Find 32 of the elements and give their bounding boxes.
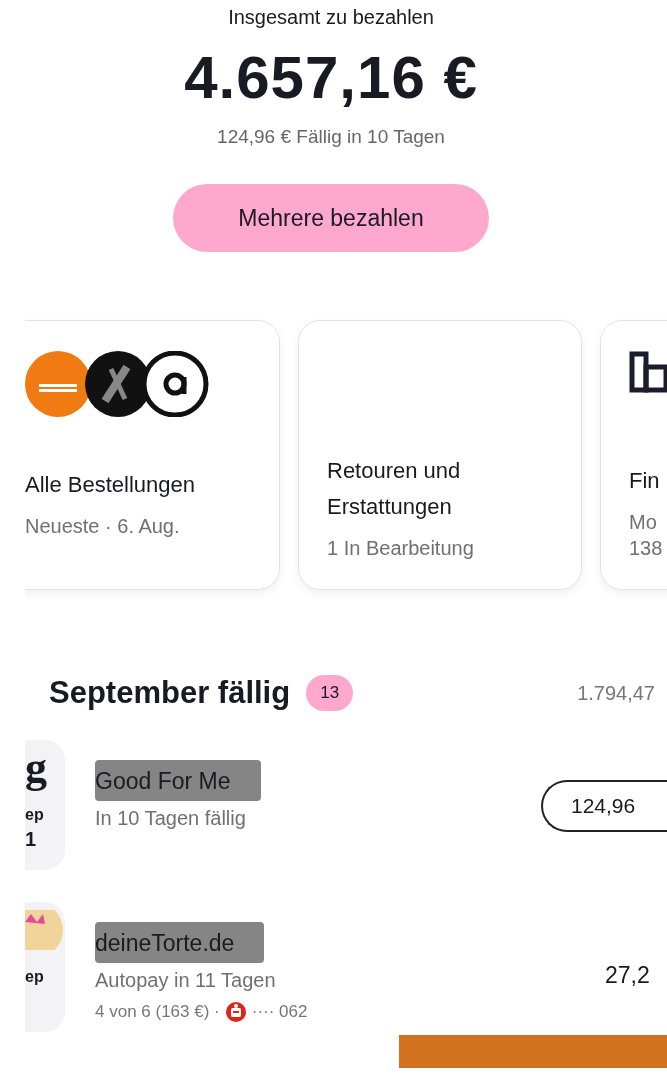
payment-status: Autopay in 11 Tagen [95,969,276,992]
payment-status: In 10 Tagen fällig [95,807,246,830]
card-title: Fin [629,467,661,495]
card-subtitle: 1 In Bearbeitung [327,536,475,561]
building-icon [629,351,667,393]
card-title: Alle Bestellungen [25,471,196,499]
section-title: September fällig [49,675,291,711]
account-number: ···· 062 [251,1002,308,1022]
count-badge: 13 [306,675,354,711]
next-due-text: 124,96 € Fällig in 10 Tagen [217,126,445,148]
merchant-logo-icon [25,910,65,950]
payment-amount: 27,2 [605,962,651,989]
merchant-name: Good For Me [95,760,261,801]
shortcut-card[interactable]: Alle Bestellungen Neueste · 6. Aug. [25,320,280,590]
shortcut-card[interactable]: Fin Mo 138 [600,320,667,590]
card-subtitle: Mo [629,510,658,535]
date-month: ep [25,806,44,824]
card-title: Retouren und Erstattungen [327,457,462,521]
bank-icon [225,1002,246,1022]
merchant-name: deineTorte.de [95,922,265,963]
card-subtitle: 138 [629,536,664,561]
pay-multiple-button[interactable]: Mehrere bezahlen [173,184,489,252]
shortcut-card[interactable]: Retouren und Erstattungen 1 In Bearbeitung [298,320,582,590]
date-day: 1 [25,828,37,851]
total-label: Insgesamt zu bezahlen [228,6,434,29]
installment-plan: 4 von 6 (163 €) · [95,1002,220,1022]
store-logos-icon [25,351,211,417]
section-total: 1.794,47 [577,681,655,705]
total-amount: 4.657,16 € [184,43,478,112]
pay-amount-button[interactable]: 124,96 [541,780,667,832]
card-subtitle: Neueste · 6. Aug. [25,514,181,539]
date-month: ep [25,968,44,986]
